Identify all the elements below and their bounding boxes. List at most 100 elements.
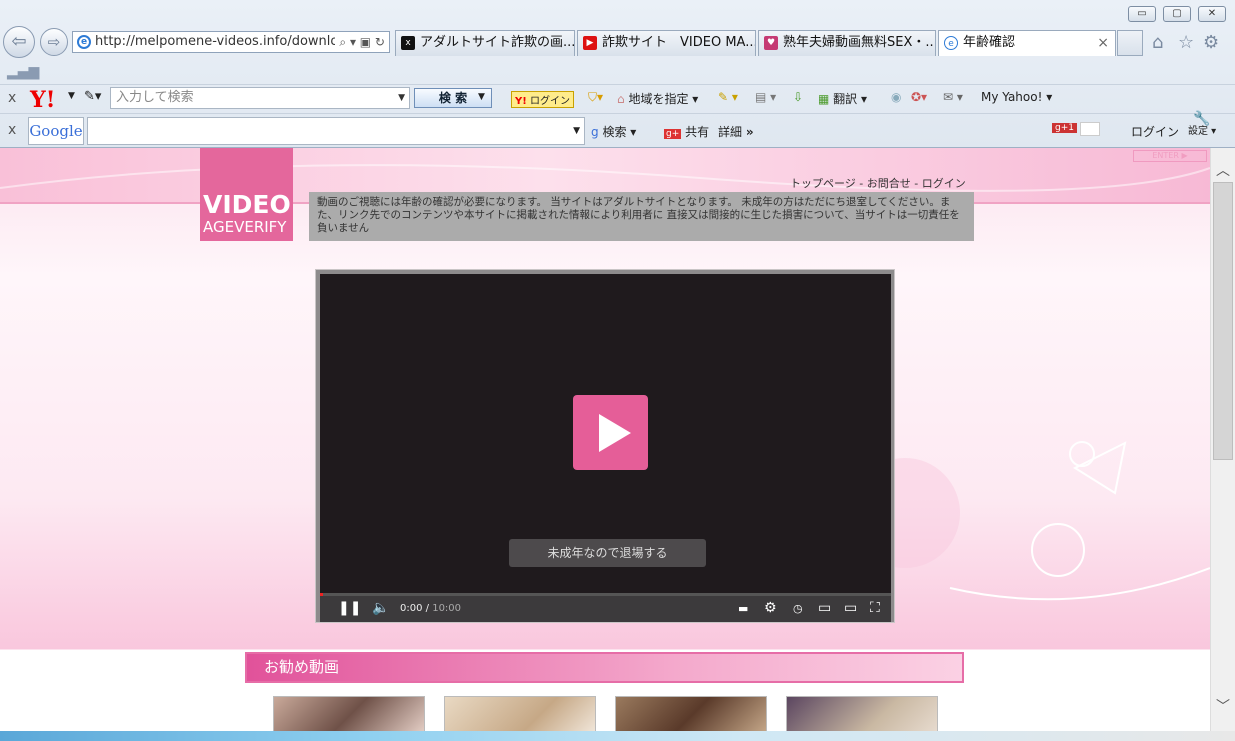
translate-icon: ▦ bbox=[818, 92, 830, 106]
google-logo-text: Google bbox=[29, 122, 83, 140]
alert-icon[interactable]: ✪▾ bbox=[911, 90, 927, 104]
highlighter-icon[interactable]: ✎ ▾ bbox=[718, 90, 738, 104]
recommend-header: お勧め動画 bbox=[245, 652, 964, 683]
pause-icon[interactable]: ❚❚ bbox=[338, 600, 361, 616]
search-placeholder: 入力して検索 bbox=[116, 90, 194, 105]
page-content: ENTER ▶ VIDEO AGEVERIFY トップページ - お問合せ - … bbox=[0, 148, 1210, 731]
doc-icon[interactable]: ▤ ▾ bbox=[755, 90, 776, 104]
shield-icon[interactable]: ⛉▾ bbox=[588, 90, 603, 105]
tab-label: 熟年夫婦動画無料SEX・... bbox=[783, 35, 936, 50]
home-icon[interactable]: ⌂ bbox=[1152, 32, 1163, 53]
mail-icon[interactable]: ✉ ▾ bbox=[943, 90, 963, 104]
google-search-label: 検索 bbox=[602, 125, 627, 139]
yahoo-login-button[interactable]: Y! ログイン bbox=[511, 91, 574, 108]
site-logo[interactable]: VIDEO AGEVERIFY bbox=[200, 148, 293, 241]
maximize-button[interactable]: ▢ bbox=[1163, 6, 1191, 22]
address-bar[interactable]: e http://melpomene-videos.info/downloa ⌕… bbox=[72, 31, 390, 53]
settings-button[interactable]: 🔧 設定 ▾ bbox=[1188, 111, 1216, 137]
new-tab-button[interactable] bbox=[1117, 30, 1143, 56]
video-thumbnail[interactable] bbox=[273, 696, 425, 731]
details-button[interactable]: 詳細 » bbox=[718, 123, 754, 140]
fullscreen-icon[interactable]: ⛶ bbox=[870, 600, 880, 616]
minimize-button[interactable]: ▭ bbox=[1128, 6, 1156, 22]
chevron-down-icon[interactable]: ▼ bbox=[478, 92, 485, 102]
google-login-button[interactable]: ログイン bbox=[1131, 123, 1179, 140]
volume-icon[interactable]: 🔈 bbox=[372, 600, 389, 616]
close-tab-icon[interactable]: × bbox=[1097, 31, 1109, 55]
globe-icon[interactable]: ◉ bbox=[891, 90, 901, 104]
google-logo[interactable]: Google bbox=[28, 117, 84, 145]
gear-icon[interactable]: ⚙ bbox=[1203, 32, 1219, 53]
bookmark-icon[interactable]: ⇩ bbox=[793, 90, 803, 104]
chevron-down-icon: ▼ bbox=[573, 126, 580, 136]
my-yahoo-button[interactable]: My Yahoo! ▾ bbox=[981, 90, 1052, 104]
share-label: 共有 bbox=[685, 125, 710, 139]
exit-button[interactable]: 未成年なので退場する bbox=[509, 539, 706, 567]
back-button[interactable]: ⇦ bbox=[3, 26, 35, 58]
google-search-input[interactable]: ▼ bbox=[87, 117, 585, 145]
translate-label: 翻訳 bbox=[833, 92, 858, 106]
google-search-button[interactable]: g 検索 ▾ bbox=[591, 123, 636, 140]
gear-icon[interactable]: ⚙ bbox=[764, 600, 777, 616]
chevron-down-icon: ▼ bbox=[398, 93, 405, 103]
top-links[interactable]: トップページ - お問合せ - ログイン bbox=[790, 175, 966, 191]
share-button[interactable]: g+ 共有 bbox=[664, 123, 709, 140]
back-arrow-icon: ⇦ bbox=[11, 31, 27, 52]
scroll-up-icon[interactable]: ︿ bbox=[1211, 160, 1235, 179]
plus-one-icon[interactable]: g+1 bbox=[1052, 123, 1077, 133]
small-screen-icon[interactable]: ▭ bbox=[818, 600, 831, 616]
vertical-scrollbar[interactable]: ︿ ﹀ bbox=[1210, 148, 1235, 731]
region-label: 地域を指定 bbox=[628, 92, 689, 106]
tab-3[interactable]: ♥ 熟年夫婦動画無料SEX・... bbox=[758, 30, 936, 56]
tab-2[interactable]: ▶ 詐欺サイト VIDEO MA... bbox=[577, 30, 756, 56]
yahoo-search-input[interactable]: 入力して検索 ▼ bbox=[110, 87, 410, 109]
logo-line2: AGEVERIFY bbox=[203, 218, 287, 236]
video-player[interactable]: 未成年なので退場する ❚❚ 🔈 0:00 / 10:00 ▬ ⚙ ◷ ▭ ▭ ⛶ bbox=[315, 269, 895, 623]
forward-button[interactable]: ⇨ bbox=[40, 28, 68, 56]
scroll-down-icon[interactable]: ﹀ bbox=[1211, 696, 1235, 715]
counter-box bbox=[1080, 122, 1100, 136]
translate-button[interactable]: ▦ 翻訳 ▾ bbox=[818, 90, 867, 107]
pen-icon[interactable]: ✎▾ bbox=[84, 89, 101, 104]
tab-label: 年齢確認 bbox=[963, 35, 1016, 50]
close-toolbar-icon[interactable]: x bbox=[8, 90, 16, 106]
close-toolbar-icon[interactable]: x bbox=[8, 122, 16, 138]
signal-icon: ▂▄▆ bbox=[7, 64, 40, 80]
video-screen[interactable]: 未成年なので退場する bbox=[320, 274, 891, 593]
tab-4-active[interactable]: e 年齢確認 × bbox=[938, 30, 1116, 56]
details-label: 詳細 bbox=[718, 125, 743, 139]
captions-icon[interactable]: ▬ bbox=[738, 602, 748, 615]
chevron-down-icon[interactable]: ▼ bbox=[68, 91, 75, 101]
forward-arrow-icon: ⇨ bbox=[47, 33, 61, 51]
house-icon: ⌂ bbox=[617, 92, 625, 106]
yahoo-logo[interactable]: Y! bbox=[30, 87, 55, 113]
site-icon: ♥ bbox=[764, 36, 778, 50]
browser-chrome: ▭ ▢ ✕ ▂▄▆ ⇦ ⇨ e http://melpomene-videos.… bbox=[0, 0, 1235, 148]
close-button[interactable]: ✕ bbox=[1198, 6, 1226, 22]
large-screen-icon[interactable]: ▭ bbox=[844, 600, 857, 616]
wrench-icon: 🔧 bbox=[1193, 111, 1211, 127]
clock-icon[interactable]: ◷ bbox=[793, 602, 803, 615]
x-icon: x bbox=[401, 36, 415, 50]
enter-link[interactable]: ENTER ▶ bbox=[1133, 150, 1207, 162]
logo-line1: VIDEO bbox=[203, 190, 291, 219]
player-controls: ❚❚ 🔈 0:00 / 10:00 ▬ ⚙ ◷ ▭ ▭ ⛶ bbox=[320, 596, 891, 622]
google-g-icon: g bbox=[591, 125, 599, 139]
address-controls[interactable]: ⌕ ▾ ▣ ↻ bbox=[335, 32, 385, 52]
tab-label: アダルトサイト詐欺の画... bbox=[420, 35, 575, 50]
scroll-thumb[interactable] bbox=[1213, 182, 1233, 460]
tab-1[interactable]: x アダルトサイト詐欺の画... bbox=[395, 30, 575, 56]
settings-label: 設定 bbox=[1188, 126, 1208, 137]
tab-label: 詐欺サイト VIDEO MA... bbox=[602, 35, 756, 50]
video-thumbnail[interactable] bbox=[444, 696, 596, 731]
google-toolbar: x Google ▼ g 検索 ▾ g+ 共有 詳細 » g+1 ログイン 🔧 設… bbox=[0, 111, 1235, 147]
play-button[interactable] bbox=[573, 395, 648, 470]
video-thumbnail[interactable] bbox=[615, 696, 767, 731]
taskbar bbox=[0, 731, 1235, 741]
video-thumbnail[interactable] bbox=[786, 696, 938, 731]
favorites-star-icon[interactable]: ☆ bbox=[1178, 32, 1194, 53]
time-current: 0:00 bbox=[400, 603, 423, 614]
yahoo-toolbar: x Y! ▼ ✎▾ 入力して検索 ▼ 検 索 ▼ Y! ログイン ⛉▾ ⌂ 地域を… bbox=[0, 84, 1235, 113]
region-button[interactable]: ⌂ 地域を指定 ▾ bbox=[617, 90, 698, 107]
my-yahoo-label: My Yahoo! bbox=[981, 90, 1043, 104]
